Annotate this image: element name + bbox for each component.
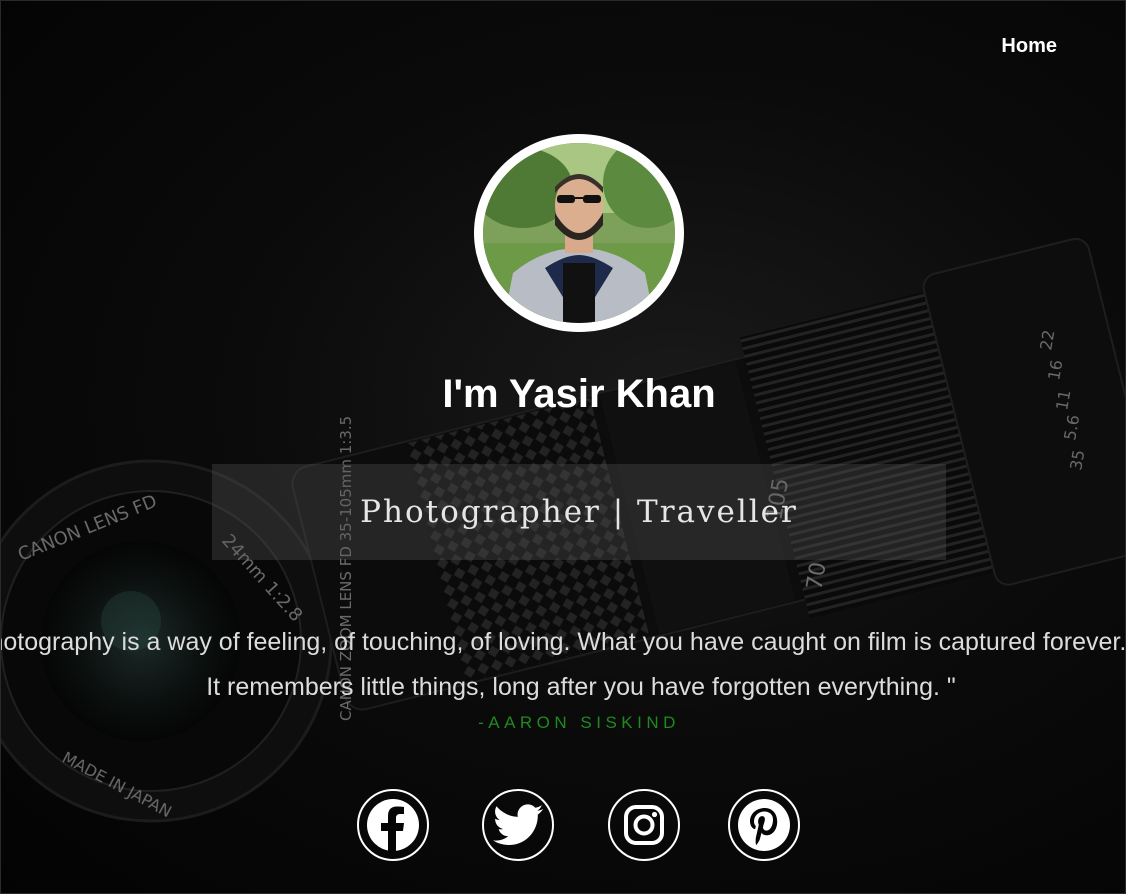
pinterest-link[interactable]: [728, 789, 800, 861]
profile-avatar: [474, 134, 684, 332]
facebook-link[interactable]: [357, 789, 429, 861]
twitter-icon: [493, 804, 543, 845]
pinterest-icon: [738, 799, 790, 851]
facebook-icon: [367, 799, 419, 852]
lens-text: 35: [1066, 448, 1088, 471]
quote-line-1: " Photography is a way of feeling, of to…: [0, 628, 1126, 656]
profile-name: I'm Yasir Khan: [442, 372, 716, 416]
instagram-link[interactable]: [608, 789, 680, 861]
role-banner: Photographer | Traveller: [212, 464, 946, 560]
hero-section: CANON LENS FD 24mm 1:2.8 CANON ZOOM LENS…: [0, 0, 1126, 894]
top-nav: Home: [1001, 35, 1057, 58]
profile-role: Photographer | Traveller: [360, 494, 798, 530]
quote-author: -AARON SISKIND: [478, 713, 680, 732]
nav-home-link[interactable]: Home: [1001, 35, 1057, 57]
lens-text: 70: [802, 560, 831, 592]
instagram-icon: [624, 805, 664, 845]
lens-text: 22: [1036, 328, 1058, 351]
quote-line-2: It remembers little things, long after y…: [206, 673, 956, 701]
profile-photo: [483, 143, 675, 323]
twitter-link[interactable]: [482, 789, 554, 861]
person-portrait-image: [483, 143, 675, 323]
